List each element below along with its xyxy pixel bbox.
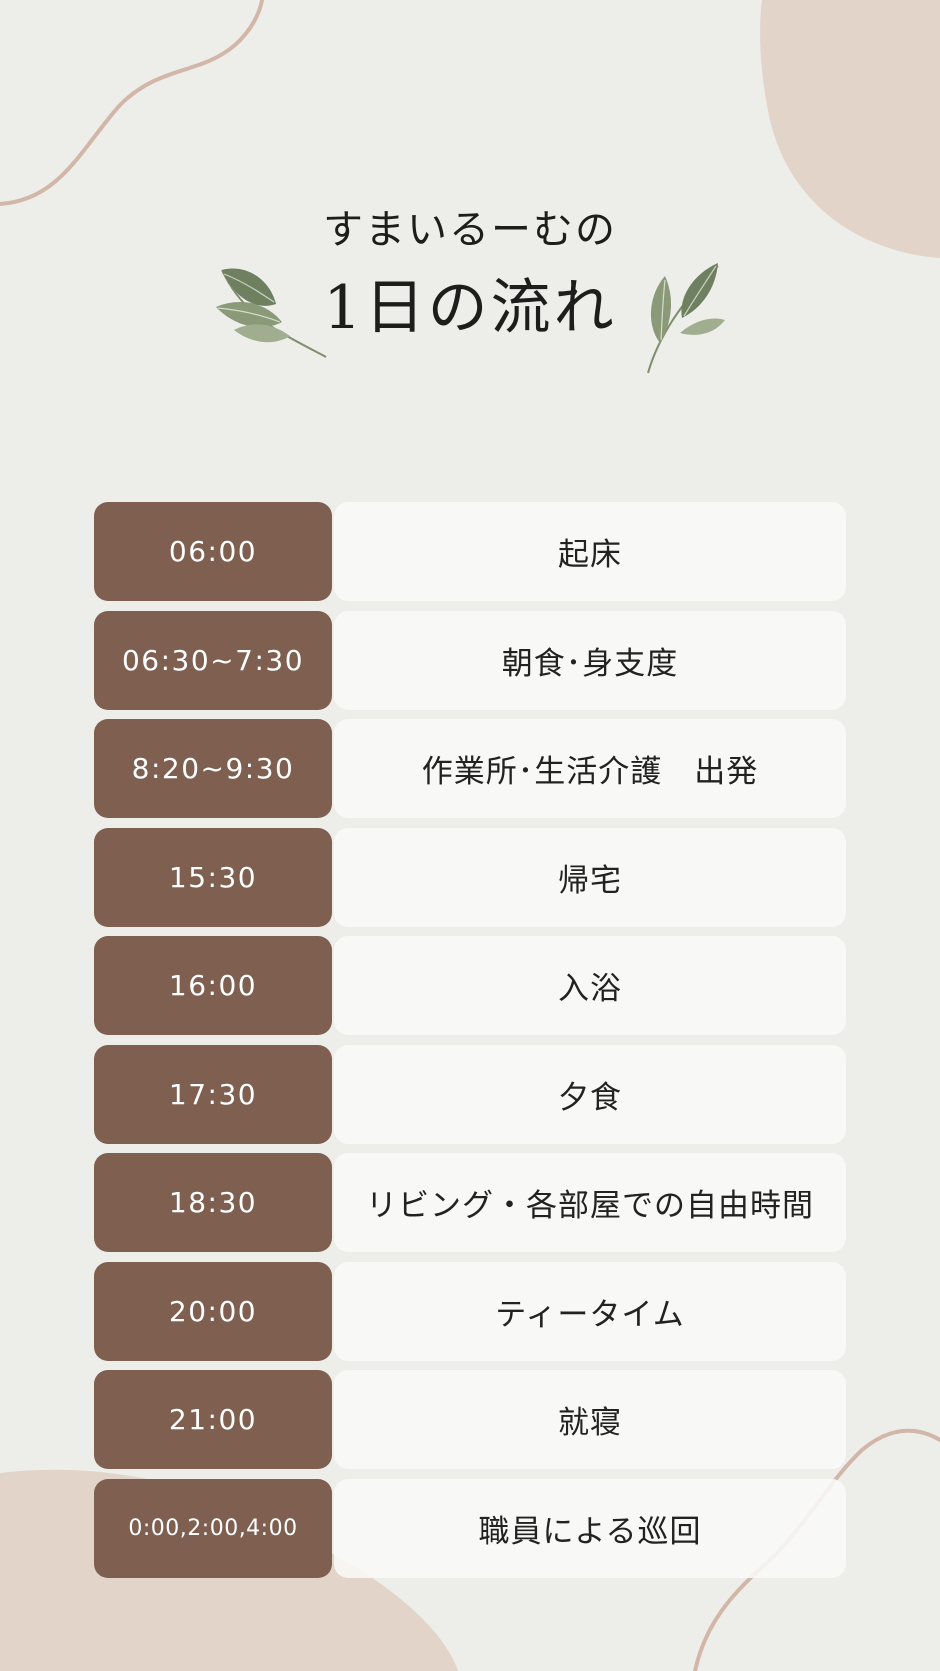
time-cell: 17:30 <box>94 1044 332 1144</box>
time-cell: 21:00 <box>94 1370 332 1469</box>
event-cell: 起床 <box>334 502 846 601</box>
schedule-row: 06:00 起床 <box>94 502 846 601</box>
top-left-curve <box>0 0 264 206</box>
schedule-row: 18:30 リビング・各部屋での自由時間 <box>94 1153 846 1252</box>
leaf-branch-icon <box>216 268 327 358</box>
event-cell: リビング・各部屋での自由時間 <box>334 1153 846 1252</box>
schedule-row: 20:00 ティータイム <box>94 1261 846 1361</box>
time-cell: 0:00,2:00,4:00 <box>94 1478 332 1578</box>
schedule-table: 06:00 起床 06:30~7:30 朝食･身支度 8:20~9:30 作業所… <box>94 502 846 1587</box>
schedule-row: 0:00,2:00,4:00 職員による巡回 <box>94 1478 846 1578</box>
time-cell: 15:30 <box>94 827 332 927</box>
page-title: 1日の流れ <box>323 273 617 343</box>
time-cell: 20:00 <box>94 1261 332 1361</box>
event-cell: 就寝 <box>334 1370 846 1469</box>
leaf-branch-icon <box>647 263 725 374</box>
event-cell: 作業所･生活介護 出発 <box>334 719 846 818</box>
page-subtitle: すまいるーむの <box>323 207 617 253</box>
event-cell: 帰宅 <box>334 827 846 927</box>
title-block: すまいるーむの 1日の流れ <box>0 200 940 338</box>
schedule-row: 8:20~9:30 作業所･生活介護 出発 <box>94 719 846 818</box>
event-cell: 入浴 <box>334 936 846 1035</box>
event-cell: 職員による巡回 <box>334 1478 846 1578</box>
time-cell: 06:30~7:30 <box>94 610 332 710</box>
schedule-row: 21:00 就寝 <box>94 1370 846 1469</box>
time-cell: 06:00 <box>94 502 332 601</box>
schedule-row: 06:30~7:30 朝食･身支度 <box>94 610 846 710</box>
time-cell: 16:00 <box>94 936 332 1035</box>
time-cell: 18:30 <box>94 1153 332 1252</box>
time-cell: 8:20~9:30 <box>94 719 332 818</box>
schedule-row: 15:30 帰宅 <box>94 827 846 927</box>
schedule-row: 17:30 夕食 <box>94 1044 846 1144</box>
event-cell: ティータイム <box>334 1261 846 1361</box>
schedule-row: 16:00 入浴 <box>94 936 846 1035</box>
event-cell: 夕食 <box>334 1044 846 1144</box>
event-cell: 朝食･身支度 <box>334 610 846 710</box>
